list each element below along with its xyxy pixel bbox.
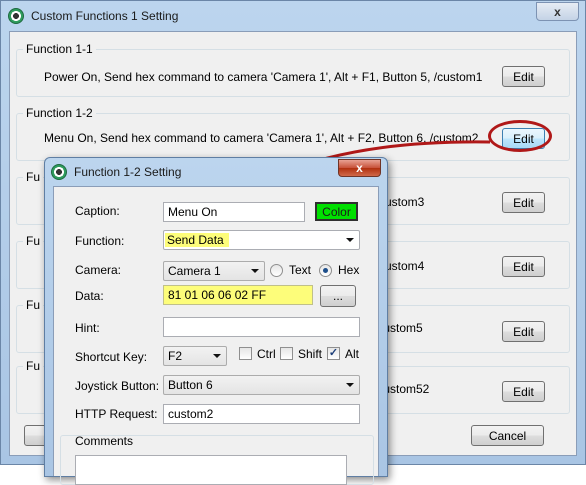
camera-select-value: Camera 1 (168, 264, 221, 278)
http-request-label: HTTP Request: (75, 407, 158, 421)
alt-checkbox[interactable]: ✓ (327, 347, 340, 360)
joystick-button-label: Joystick Button: (75, 379, 160, 393)
shortcut-key-value: F2 (168, 349, 183, 363)
shortcut-key-select[interactable]: F2 (163, 346, 227, 366)
shortcut-key-label: Shortcut Key: (75, 350, 148, 364)
chevron-down-icon (251, 269, 259, 273)
joystick-button-value: Button 6 (168, 378, 213, 392)
chevron-down-icon (213, 354, 221, 358)
hex-radio[interactable] (319, 264, 332, 277)
data-input[interactable]: 81 01 06 06 02 FF (163, 285, 313, 305)
ctrl-label: Ctrl (257, 347, 276, 361)
caption-input[interactable]: Menu On (163, 202, 305, 222)
camera-select[interactable]: Camera 1 (163, 261, 265, 281)
function-select[interactable]: Send Data (163, 230, 360, 250)
data-label: Data: (75, 289, 104, 303)
dialog-title: Function 1-2 Setting (74, 165, 182, 179)
comments-group: Comments (60, 434, 374, 485)
dialog-titlebar: Function 1-2 Setting x (45, 158, 387, 186)
alt-label: Alt (345, 347, 360, 361)
function-select-value: Send Data (165, 233, 229, 247)
dialog-close-button[interactable]: x (338, 159, 381, 177)
shift-label: Shift (298, 347, 323, 361)
text-radio-label: Text (289, 263, 312, 277)
hint-input[interactable] (163, 317, 360, 337)
shift-checkbox[interactable] (280, 347, 293, 360)
joystick-button-select[interactable]: Button 6 (163, 375, 360, 395)
hex-radio-label: Hex (338, 263, 360, 277)
dialog-eye-icon (51, 164, 67, 180)
browse-button[interactable]: ... (320, 285, 356, 307)
caption-label: Caption: (75, 204, 120, 218)
http-request-input[interactable]: custom2 (163, 404, 360, 424)
function-label: Function: (75, 234, 125, 248)
comments-label: Comments (75, 434, 134, 448)
color-button[interactable]: Color (315, 202, 358, 221)
chevron-down-icon (346, 383, 354, 387)
hint-label: Hint: (75, 321, 100, 335)
dialog-client-area: Caption: Menu On Color Function: Send Da… (53, 186, 379, 485)
comments-textarea[interactable] (75, 455, 347, 485)
text-radio[interactable] (270, 264, 283, 277)
chevron-down-icon (346, 238, 354, 242)
camera-label: Camera: (75, 263, 122, 277)
function-setting-dialog: Function 1-2 Setting x Caption: Menu On … (44, 157, 388, 485)
ctrl-checkbox[interactable] (239, 347, 252, 360)
